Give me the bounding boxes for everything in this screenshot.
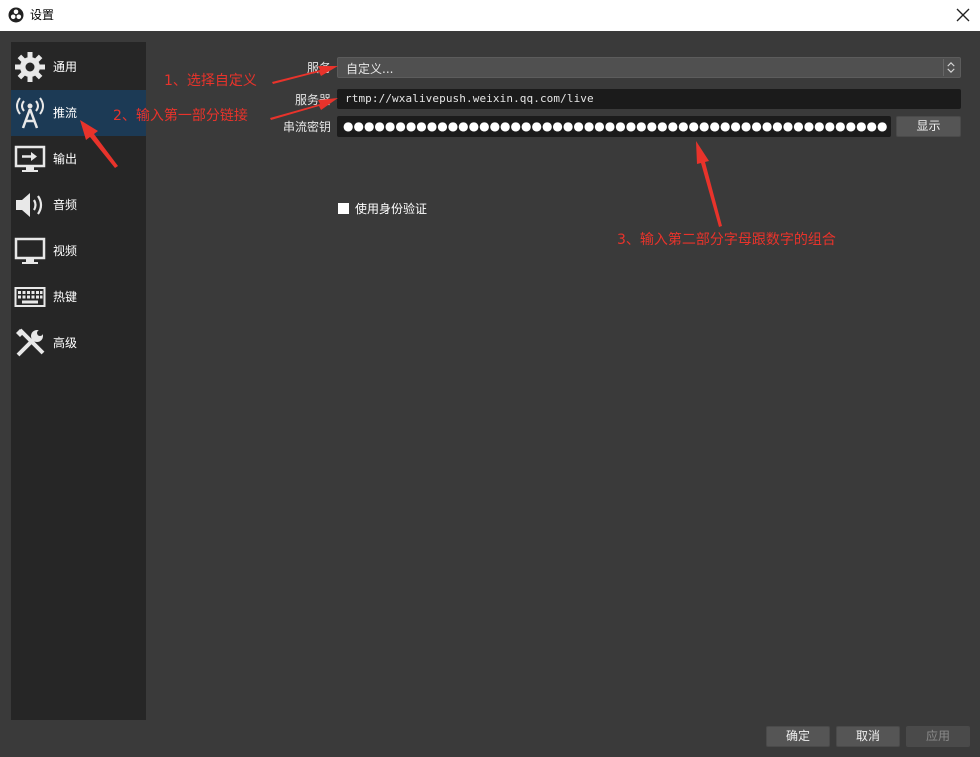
sidebar-item-video[interactable]: 视频 xyxy=(11,228,146,274)
sidebar-item-hotkeys[interactable]: 热键 xyxy=(11,274,146,320)
sidebar-item-label: 视频 xyxy=(53,244,78,258)
obs-logo-icon xyxy=(8,7,24,23)
window-title: 设置 xyxy=(30,8,55,22)
stream-key-input[interactable]: ●●●●●●●●●●●●●●●●●●●●●●●●●●●●●●●●●●●●●●●●… xyxy=(337,116,891,137)
output-monitor-icon xyxy=(14,145,46,172)
gear-icon xyxy=(15,52,45,82)
sidebar-item-advanced[interactable]: 高级 xyxy=(11,320,146,366)
server-value: rtmp://wxalivepush.weixin.qq.com/live xyxy=(345,92,594,105)
chevron-up-down-icon[interactable] xyxy=(943,59,958,76)
title-bar: 设置 xyxy=(0,0,980,31)
tools-icon xyxy=(16,328,45,357)
service-select[interactable]: 自定义... xyxy=(337,57,961,78)
sidebar-item-audio[interactable]: 音频 xyxy=(11,182,146,228)
annotation-step3: 3、输入第二部分字母跟数字的组合 xyxy=(617,232,836,248)
sidebar-item-label: 高级 xyxy=(53,336,78,350)
show-key-button[interactable]: 显示 xyxy=(896,116,961,137)
sidebar-item-label: 推流 xyxy=(53,106,78,120)
service-label: 服务 xyxy=(307,61,332,75)
annotation-step1: 1、选择自定义 xyxy=(164,73,257,89)
sidebar-item-label: 通用 xyxy=(53,60,78,74)
ok-button[interactable]: 确定 xyxy=(766,726,830,747)
stream-key-label: 串流密钥 xyxy=(283,120,332,134)
server-input[interactable]: rtmp://wxalivepush.weixin.qq.com/live xyxy=(337,89,961,109)
keyboard-icon xyxy=(14,287,46,307)
sidebar-item-label: 音频 xyxy=(53,198,78,212)
speaker-icon xyxy=(16,193,43,217)
sidebar-item-label: 热键 xyxy=(53,290,78,304)
annotation-step2: 2、输入第一部分链接 xyxy=(113,108,248,124)
sidebar-item-label: 输出 xyxy=(53,152,78,166)
sidebar-item-general[interactable]: 通用 xyxy=(11,44,146,90)
monitor-icon xyxy=(14,237,46,264)
cancel-button[interactable]: 取消 xyxy=(836,726,900,747)
stream-key-value: ●●●●●●●●●●●●●●●●●●●●●●●●●●●●●●●●●●●●●●●●… xyxy=(343,119,887,133)
server-label: 服务器 xyxy=(295,93,332,107)
use-auth-label: 使用身份验证 xyxy=(355,202,428,216)
arrow-to-key-icon xyxy=(696,141,722,227)
settings-sidebar: 通用 推流 输出 音频 视频 热键 高级 xyxy=(11,42,146,720)
sidebar-item-output[interactable]: 输出 xyxy=(11,136,146,182)
broadcast-antenna-icon xyxy=(16,97,44,129)
use-auth-checkbox[interactable] xyxy=(338,203,349,214)
service-value: 自定义... xyxy=(346,62,394,76)
apply-button[interactable]: 应用 xyxy=(906,726,970,747)
close-icon[interactable] xyxy=(954,6,972,24)
